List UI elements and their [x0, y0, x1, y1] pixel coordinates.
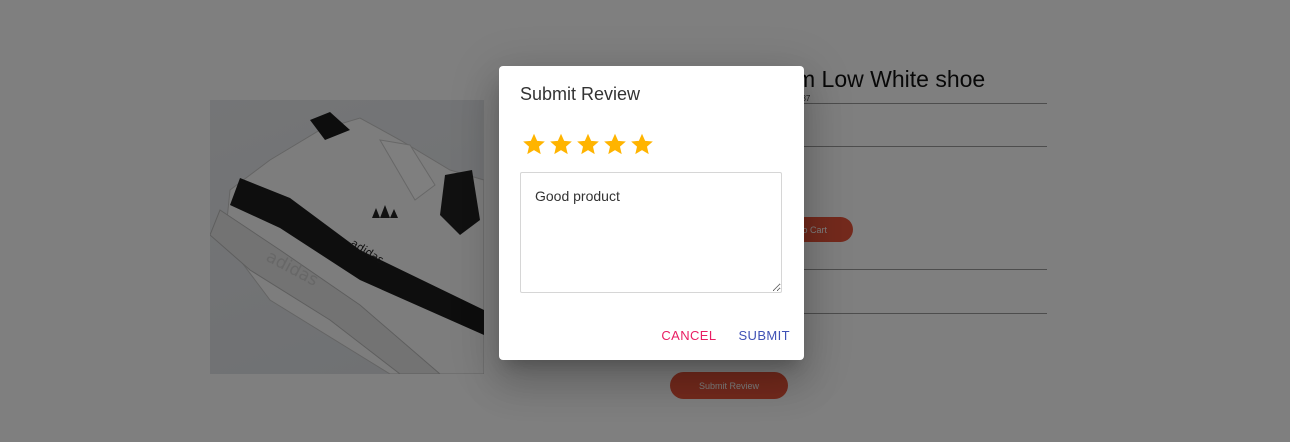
dialog-title: Submit Review	[520, 84, 641, 104]
star-icon[interactable]	[602, 131, 628, 157]
star-icon[interactable]	[521, 131, 547, 157]
submit-button[interactable]: SUBMIT	[738, 328, 790, 343]
star-icon[interactable]	[629, 131, 655, 157]
review-textarea[interactable]: Good product	[520, 172, 782, 293]
dialog-actions: CANCEL SUBMIT	[661, 328, 790, 343]
star-rating[interactable]	[521, 131, 655, 157]
review-dialog: Submit Review Good product CANCEL SUBMIT	[499, 66, 804, 360]
star-icon[interactable]	[548, 131, 574, 157]
star-icon[interactable]	[575, 131, 601, 157]
cancel-button[interactable]: CANCEL	[661, 328, 716, 343]
